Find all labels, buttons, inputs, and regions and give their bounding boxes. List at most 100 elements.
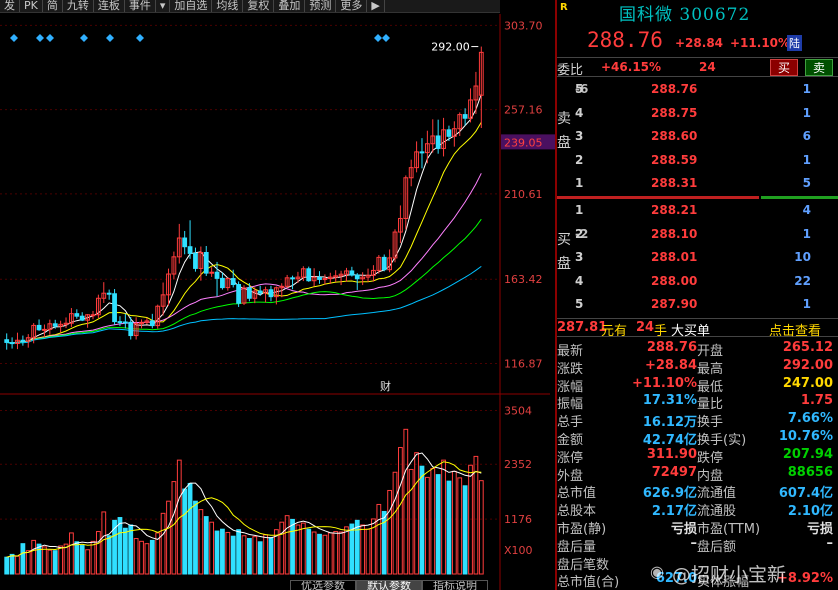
ask-row[interactable]: 5 288.76 1 -6 [575,82,838,105]
price-tick-label: 257.16 [504,104,543,117]
bid-row[interactable]: 5 287.90 1 [575,297,838,320]
buy-button[interactable]: 买 [770,59,798,76]
volume-bar [230,535,236,575]
toolbar-item[interactable]: 连板 [94,0,125,12]
current-price-label: 239.05 [504,136,543,149]
candle-body [112,293,117,323]
event-marker-icon [46,34,54,42]
kline-chart[interactable]: 303.70 257.16 210.61 163.42 116.87 239.05 292.… [0,14,555,590]
click-to-view-link[interactable]: 点击查看 [769,320,821,339]
bid-level: 3 [575,250,584,264]
book-divider-red [557,196,759,199]
toolbar-item[interactable]: 发 [0,0,20,12]
volume-tick-label: X100 [504,544,533,557]
toolbar-item[interactable]: ▶ [367,0,385,12]
volume-bar [144,543,150,575]
toolbar-item[interactable]: ▾ [156,0,171,12]
volume-bar [349,523,355,575]
stat-v1: 亏损 [670,522,697,537]
volume-tick-label: 3504 [504,404,532,417]
stat-l2: 市盈(TTM) [697,522,761,537]
ask-row[interactable]: 2 288.59 1 [575,153,838,176]
volume-bar [365,528,371,575]
ma-line [6,218,482,344]
candle-body [36,324,42,331]
toolbar-item[interactable]: 叠加 [274,0,306,12]
ask-row[interactable]: 3 288.60 6 [575,129,838,152]
event-marker-icon [36,34,44,42]
candle-body [419,151,425,154]
candle-body [290,277,295,280]
stat-v1: 42.74亿 [642,433,697,448]
ask-row[interactable]: 4 288.75 1 [575,106,838,129]
bid-row[interactable]: 4 288.00 22 [575,274,838,297]
volume-bar [20,543,26,575]
big-trade-row[interactable]: 287.81 元有 24 手 大买单 点击查看 [557,318,838,339]
toolbar-item[interactable]: 九转 [63,0,94,12]
ask-volume: 6 [802,129,811,143]
ask-level: 4 [575,105,584,120]
volume-bar [74,541,80,575]
volume-bar [424,476,430,575]
bid-price: 288.21 [651,203,698,217]
toolbar-item[interactable]: 加自选 [170,0,213,12]
toolbar-item[interactable]: 预测 [305,0,337,12]
stock-title[interactable]: 国科微 300672 [619,0,750,25]
indicator-tab[interactable]: 指标说明 [422,580,488,590]
toolbar-item[interactable]: 均线 [212,0,244,12]
volume-bar [171,481,177,575]
volume-bar [446,480,452,575]
stat-v1: 2.17亿 [651,504,697,520]
stat-row: 总股本 2.17亿 流通股 2.10亿 [557,500,838,520]
big-trade-price: 287.81 [557,320,608,335]
bid-row[interactable]: 2 288.10 1 -2 [575,227,838,250]
stat-l2: 换手 [697,415,724,431]
volume-tick-label: 2352 [504,458,532,471]
volume-bar [203,516,209,575]
stat-row: 涨停 311.90 跌停 207.94 [557,447,838,466]
bid-row[interactable]: 1 288.21 4 [575,203,838,226]
candle-body [214,271,220,279]
big-trade-label: 大买单 [671,324,711,339]
candle-body [317,276,322,280]
volume-bar [58,545,64,575]
indicator-tabs: 优选参数 默认参数 指标说明 [290,580,555,590]
toolbar-item[interactable]: 复权 [243,0,275,12]
kline-chart-svg: 303.70 257.16 210.61 163.42 116.87 239.05 292.… [0,14,555,590]
bid-volume: 10 [794,250,811,264]
ask-level: 1 [575,176,584,190]
volume-bar [387,489,393,575]
toolbar-item[interactable]: 事件 [125,0,156,12]
ask-price: 288.60 [651,129,698,143]
bid-price: 288.10 [651,226,698,241]
candle-body [42,328,47,331]
toolbar-item[interactable]: PK [20,0,43,12]
candle-body [122,321,128,324]
candle-body [236,284,241,304]
indicator-tab[interactable]: 默认参数 [356,580,422,590]
watermark-text: @招财小宝新 [672,564,787,586]
toolbar-item[interactable]: 简 [43,0,63,12]
sell-button[interactable]: 卖 [805,59,833,76]
price-change-pct: +11.10% [730,36,791,50]
stat-v2: 10.76% [778,429,833,444]
stat-row: 总市值 626.9亿 流通值 607.4亿 [557,482,838,501]
volume-bar [241,535,247,575]
volume-bar [139,540,144,575]
volume-bar [300,522,306,575]
volume-bar [225,531,231,575]
ma-line [6,121,482,344]
toolbar-item[interactable]: 更多 [336,0,368,12]
bid-row[interactable]: 3 288.01 10 [575,250,838,273]
volume-bar [322,534,328,575]
ask-price: 288.59 [651,152,698,167]
stat-l2: 盘后额 [697,539,737,555]
stat-v1: +28.84 [644,357,697,373]
volume-bar [306,528,312,575]
volume-bar [290,518,295,575]
candle-body [462,114,468,119]
indicator-tab[interactable]: 优选参数 [290,580,356,590]
bid-label-b: 盘 [557,256,571,272]
candle-body [90,314,96,317]
volume-bar [106,535,112,575]
